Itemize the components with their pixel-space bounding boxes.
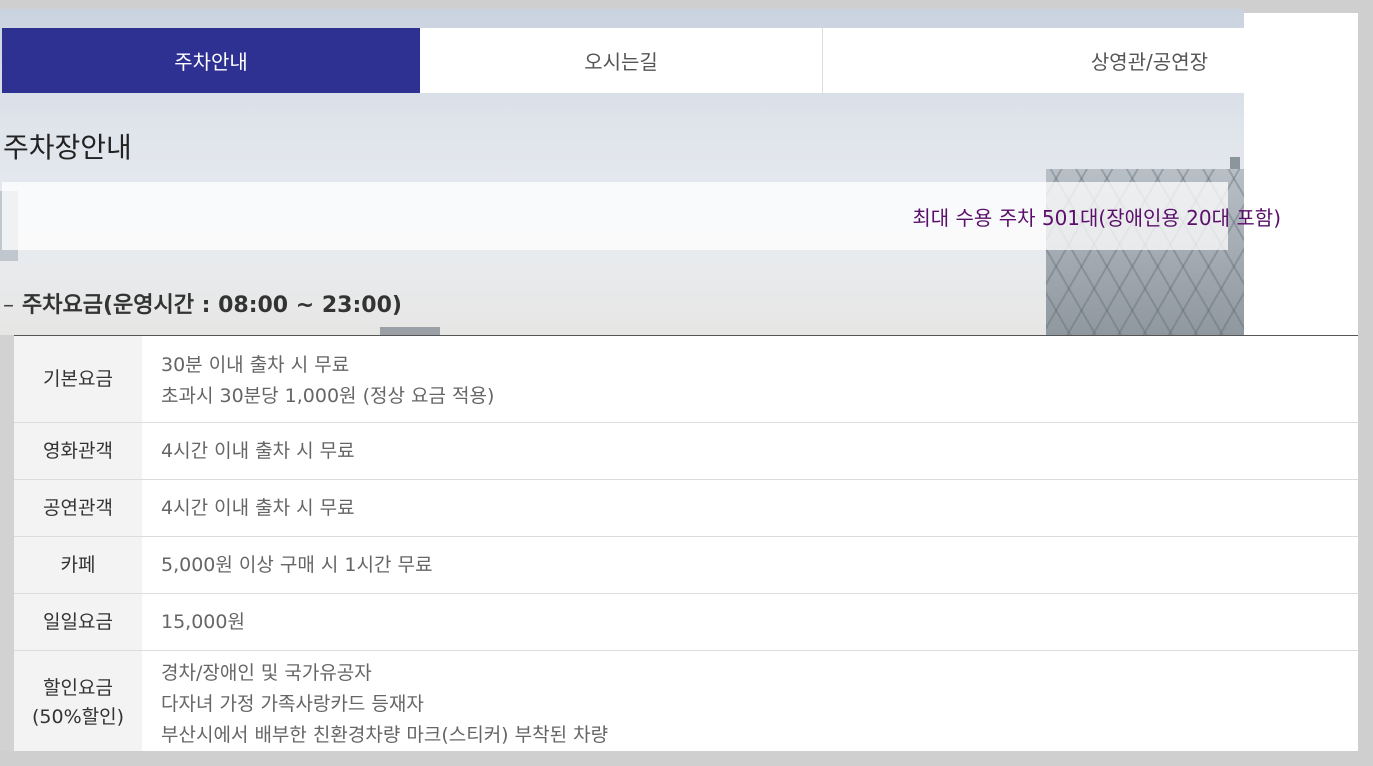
row-line: 부산시에서 배부한 친환경차량 마크(스티커) 부착된 차량 (161, 724, 609, 746)
page-title: 주차장안내 (3, 131, 132, 164)
row-label: 할인요금 (50%할인) (14, 651, 142, 754)
capacity-text: 최대 수용 주차 501대(장애인용 20대 포함) (912, 206, 1281, 230)
left-shade (0, 335, 14, 766)
table-row: 공연관객 4시간 이내 출차 시 무료 (14, 480, 1373, 537)
table-row: 일일요금 15,000원 (14, 594, 1373, 651)
row-label: 영화관객 (14, 423, 142, 479)
right-shade (1358, 13, 1373, 766)
fee-table: 기본요금 30분 이내 출차 시 무료 초과시 30분당 1,000원 (정상 … (14, 335, 1373, 754)
table-row: 카페 5,000원 이상 구매 시 1시간 무료 (14, 537, 1373, 594)
row-line: 5,000원 이상 구매 시 1시간 무료 (161, 553, 433, 576)
row-label: 카페 (14, 537, 142, 593)
row-label-sub: (50%할인) (31, 705, 125, 728)
row-value: 5,000원 이상 구매 시 1시간 무료 (142, 537, 1373, 593)
hero-roof (380, 327, 440, 335)
row-value: 15,000원 (142, 594, 1373, 650)
table-row: 할인요금 (50%할인) 경차/장애인 및 국가유공자 다자녀 가정 가족사랑카… (14, 651, 1373, 754)
bottom-shade (0, 751, 1373, 766)
fee-heading-dash: – (3, 293, 14, 318)
row-value: 경차/장애인 및 국가유공자 다자녀 가정 가족사랑카드 등재자 부산시에서 배… (142, 651, 1373, 754)
table-row: 기본요금 30분 이내 출차 시 무료 초과시 30분당 1,000원 (정상 … (14, 336, 1373, 423)
table-row: 영화관객 4시간 이내 출차 시 무료 (14, 423, 1373, 480)
tab-bar: 주차안내 오시는길 상영관/공연장 (2, 28, 1244, 93)
page-frame: 주차안내 오시는길 상영관/공연장 주차장안내 최대 수용 주차 501대(장애… (0, 0, 1373, 766)
row-value: 4시간 이내 출차 시 무료 (142, 423, 1373, 479)
tab-directions[interactable]: 오시는길 (420, 28, 823, 93)
row-label: 일일요금 (14, 594, 142, 650)
row-line: 4시간 이내 출차 시 무료 (161, 439, 355, 462)
fee-heading-text: 주차요금(운영시간 : 08:00 ~ 23:00) (22, 293, 402, 318)
row-line: 30분 이내 출차 시 무료 (161, 354, 350, 376)
row-line: 경차/장애인 및 국가유공자 (161, 662, 372, 684)
row-line: 15,000원 (161, 610, 245, 633)
row-label: 공연관객 (14, 480, 142, 536)
tab-theaters-venues[interactable]: 상영관/공연장 (823, 28, 1244, 93)
row-line: 4시간 이내 출차 시 무료 (161, 496, 355, 519)
row-value: 4시간 이내 출차 시 무료 (142, 480, 1373, 536)
row-label-main: 할인요금 (43, 677, 113, 699)
fee-heading: – 주차요금(운영시간 : 08:00 ~ 23:00) (3, 287, 402, 319)
row-line: 초과시 30분당 1,000원 (정상 요금 적용) (161, 385, 495, 407)
row-label: 기본요금 (14, 336, 142, 422)
row-line: 다자녀 가정 가족사랑카드 등재자 (161, 693, 424, 715)
row-value: 30분 이내 출차 시 무료 초과시 30분당 1,000원 (정상 요금 적용… (142, 336, 1373, 422)
tab-parking-info[interactable]: 주차안내 (2, 28, 420, 93)
